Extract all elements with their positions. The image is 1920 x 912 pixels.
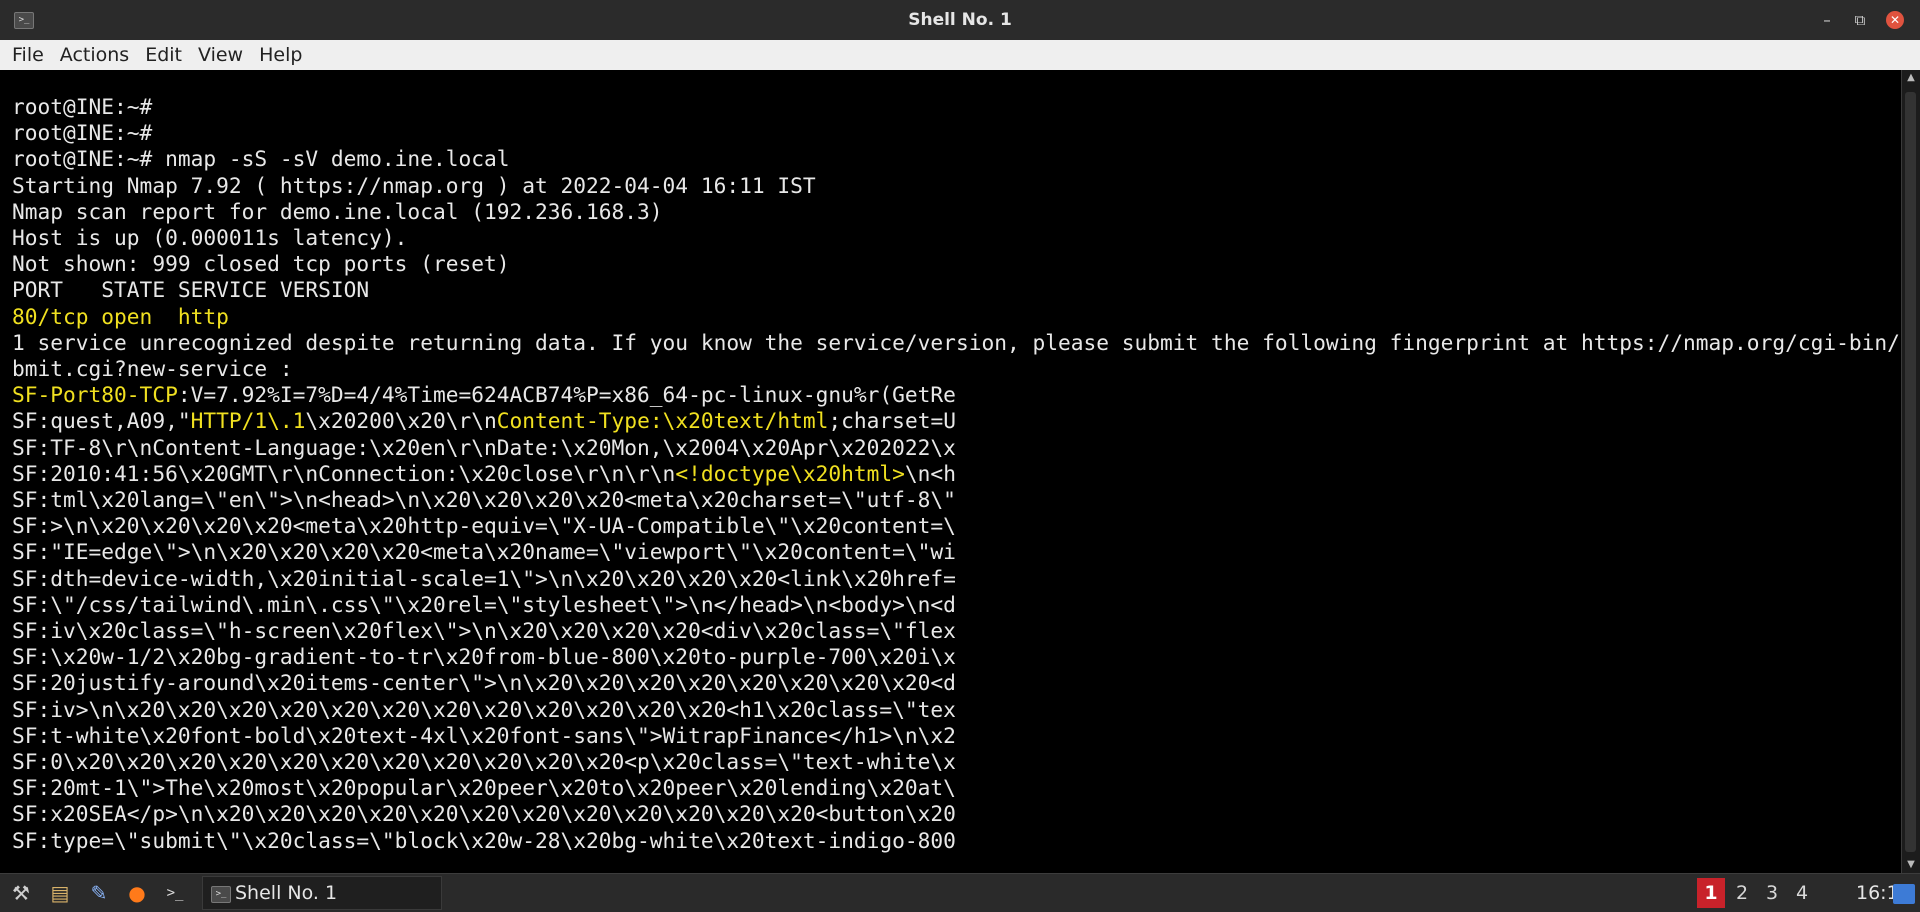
window-title: Shell No. 1 [908, 10, 1012, 30]
tools-launcher-icon[interactable]: ⚒ [8, 880, 34, 906]
terminal-segment: SF:>\n\x20\x20\x20\x20<meta\x20http-equi… [12, 513, 956, 539]
terminal-line: SF:20mt-1\">The\x20most\x20popular\x20pe… [12, 775, 1902, 801]
terminal-segment: SF:type=\"submit\"\x20class=\"block\x20w… [12, 827, 956, 853]
terminal-segment: root@INE:~# nmap -sS -sV demo.ine.local [12, 146, 510, 172]
scroll-down-icon[interactable]: ▼ [1902, 857, 1920, 873]
terminal-line: SF:TF-8\r\nContent-Language:\x20en\r\nDa… [12, 435, 1902, 461]
terminal-segment: 1 service unrecognized despite returning… [12, 329, 1902, 355]
window-titlebar: >_ Shell No. 1 – ⧉ ✕ [0, 0, 1920, 40]
terminal-segment: Content-Type:\x20text/html [496, 408, 829, 434]
workspace-2[interactable]: 2 [1728, 878, 1756, 908]
terminal-segment: SF:TF-8\r\nContent-Language:\x20en\r\nDa… [12, 434, 956, 460]
terminal-line: Nmap scan report for demo.ine.local (192… [12, 199, 1902, 225]
terminal-line: SF:iv\x20class=\"h-screen\x20flex\">\n\x… [12, 618, 1902, 644]
terminal-segment: SF:0\x20\x20\x20\x20\x20\x20\x20\x20\x20… [12, 749, 956, 775]
terminal-segment: SF:x20SEA</p>\n\x20\x20\x20\x20\x20\x20\… [12, 801, 956, 827]
menu-edit[interactable]: Edit [137, 40, 190, 70]
terminal-segment: SF:\x20w-1/2\x20bg-gradient-to-tr\x20fro… [12, 644, 956, 670]
terminal-line: PORT STATE SERVICE VERSION [12, 277, 1902, 303]
terminal-segment: root@INE:~# [12, 120, 153, 146]
terminal-line: Starting Nmap 7.92 ( https://nmap.org ) … [12, 173, 1902, 199]
terminal-segment: SF:20justify-around\x20items-center\">\n… [12, 670, 956, 696]
terminal-segment: ;charset=U [828, 408, 956, 434]
terminal-line: SF:dth=device-width,\x20initial-scale=1\… [12, 566, 1902, 592]
terminal-segment: SF:tml\x20lang=\"en\">\n<head>\n\x20\x20… [12, 487, 956, 513]
terminal-segment: HTTP/1\.1 [190, 408, 306, 434]
workspace-1[interactable]: 1 [1697, 878, 1725, 908]
terminal-segment: Not shown: 999 closed tcp ports (reset) [12, 251, 510, 277]
terminal-segment: SF:dth=device-width,\x20initial-scale=1\… [12, 565, 956, 591]
terminal-segment: Host is up (0.000011s latency). [12, 225, 408, 251]
menu-file[interactable]: File [4, 40, 52, 70]
terminal-segment: PORT STATE SERVICE VERSION [12, 277, 370, 303]
terminal-segment: Nmap scan report for demo.ine.local (192… [12, 198, 663, 224]
terminal-line: root@INE:~# nmap -sS -sV demo.ine.local [12, 146, 1902, 172]
show-desktop-icon[interactable] [1893, 884, 1915, 904]
terminal-line: root@INE:~# [12, 120, 1902, 146]
terminal-line: root@INE:~# [12, 94, 1902, 120]
terminal-line: SF:t-white\x20font-bold\x20text-4xl\x20f… [12, 723, 1902, 749]
terminal-segment: SF:2010:41:56\x20GMT\r\nConnection:\x20c… [12, 460, 676, 486]
terminal-line: SF:0\x20\x20\x20\x20\x20\x20\x20\x20\x20… [12, 749, 1902, 775]
maximize-icon[interactable]: ⧉ [1849, 9, 1871, 31]
firefox-icon[interactable]: ● [124, 880, 150, 906]
terminal-segment: <!doctype\x20html> [675, 460, 905, 486]
terminal-segment: \n<h [904, 460, 956, 486]
terminal-line: SF-Port80-TCP:V=7.92%I=7%D=4/4%Time=624A… [12, 382, 1902, 408]
terminal-line: SF:>\n\x20\x20\x20\x20<meta\x20http-equi… [12, 513, 1902, 539]
terminal-launcher-icon[interactable]: >_ [162, 880, 188, 906]
terminal-segment: SF:quest,A09," [12, 408, 191, 434]
minimize-icon[interactable]: – [1816, 9, 1838, 31]
terminal-segment: \x20200\x20\r\n [305, 408, 497, 434]
terminal-line: SF:quest,A09,"HTTP/1\.1\x20200\x20\r\nCo… [12, 408, 1902, 434]
terminal-segment: SF:\"/css/tailwind\.min\.css\"\x20rel=\"… [12, 591, 956, 617]
terminal-segment: 80/tcp open http [12, 303, 229, 329]
menu-view[interactable]: View [190, 40, 251, 70]
terminal-scrollbar[interactable]: ▲ ▼ [1901, 70, 1920, 873]
text-editor-icon[interactable]: ✎ [86, 880, 112, 906]
terminal-segment: SF:iv\x20class=\"h-screen\x20flex\">\n\x… [12, 618, 956, 644]
terminal-text: root@INE:~# root@INE:~# root@INE:~# nmap -… [12, 94, 1902, 854]
terminal-segment: SF:iv>\n\x20\x20\x20\x20\x20\x20\x20\x20… [12, 696, 956, 722]
terminal-line: SF:\"/css/tailwind\.min\.css\"\x20rel=\"… [12, 592, 1902, 618]
terminal-line: bmit.cgi?new-service : [12, 356, 1902, 382]
terminal-line: 80/tcp open http [12, 304, 1902, 330]
terminal-segment: bmit.cgi?new-service : [12, 356, 293, 382]
terminal-line: SF:tml\x20lang=\"en\">\n<head>\n\x20\x20… [12, 487, 1902, 513]
terminal-line: Not shown: 999 closed tcp ports (reset) [12, 251, 1902, 277]
taskbar-item-shell[interactable]: >_ Shell No. 1 [202, 876, 442, 910]
terminal-line: SF:type=\"submit\"\x20class=\"block\x20w… [12, 828, 1902, 854]
menu-bar: File Actions Edit View Help [0, 40, 1920, 71]
terminal-segment: SF:t-white\x20font-bold\x20text-4xl\x20f… [12, 722, 956, 748]
terminal-app-icon: >_ [211, 886, 231, 903]
terminal-line: SF:20justify-around\x20items-center\">\n… [12, 670, 1902, 696]
file-manager-icon[interactable]: ▤ [47, 880, 73, 906]
taskbar: ⚒ ▤ ✎ ● >_ >_ Shell No. 1 1234 16:12 [0, 873, 1920, 912]
terminal-line: Host is up (0.000011s latency). [12, 225, 1902, 251]
terminal-line: SF:iv>\n\x20\x20\x20\x20\x20\x20\x20\x20… [12, 697, 1902, 723]
menu-actions[interactable]: Actions [52, 40, 137, 70]
terminal-segment: SF-Port80-TCP [12, 382, 178, 408]
terminal-output[interactable]: root@INE:~# root@INE:~# root@INE:~# nmap -… [0, 70, 1902, 873]
close-icon[interactable]: ✕ [1886, 11, 1904, 29]
terminal-line: SF:x20SEA</p>\n\x20\x20\x20\x20\x20\x20\… [12, 801, 1902, 827]
terminal-segment: root@INE:~# [12, 94, 153, 119]
terminal-segment: SF:"IE=edge\">\n\x20\x20\x20\x20<meta\x2… [12, 539, 956, 565]
terminal-segment: :V=7.92%I=7%D=4/4%Time=624ACB74%P=x86_64… [177, 382, 956, 408]
menu-help[interactable]: Help [251, 40, 310, 70]
workspace-4[interactable]: 4 [1788, 878, 1816, 908]
terminal-line: SF:2010:41:56\x20GMT\r\nConnection:\x20c… [12, 461, 1902, 487]
terminal-segment: SF:20mt-1\">The\x20most\x20popular\x20pe… [12, 775, 956, 801]
workspace-3[interactable]: 3 [1758, 878, 1786, 908]
terminal-segment: Starting Nmap 7.92 ( https://nmap.org ) … [12, 172, 816, 198]
scrollbar-thumb[interactable] [1905, 92, 1916, 852]
terminal-line: SF:\x20w-1/2\x20bg-gradient-to-tr\x20fro… [12, 644, 1902, 670]
terminal-line: SF:"IE=edge\">\n\x20\x20\x20\x20<meta\x2… [12, 539, 1902, 565]
terminal-line: 1 service unrecognized despite returning… [12, 330, 1902, 356]
taskbar-item-label: Shell No. 1 [235, 882, 338, 904]
scroll-up-icon[interactable]: ▲ [1902, 70, 1920, 86]
